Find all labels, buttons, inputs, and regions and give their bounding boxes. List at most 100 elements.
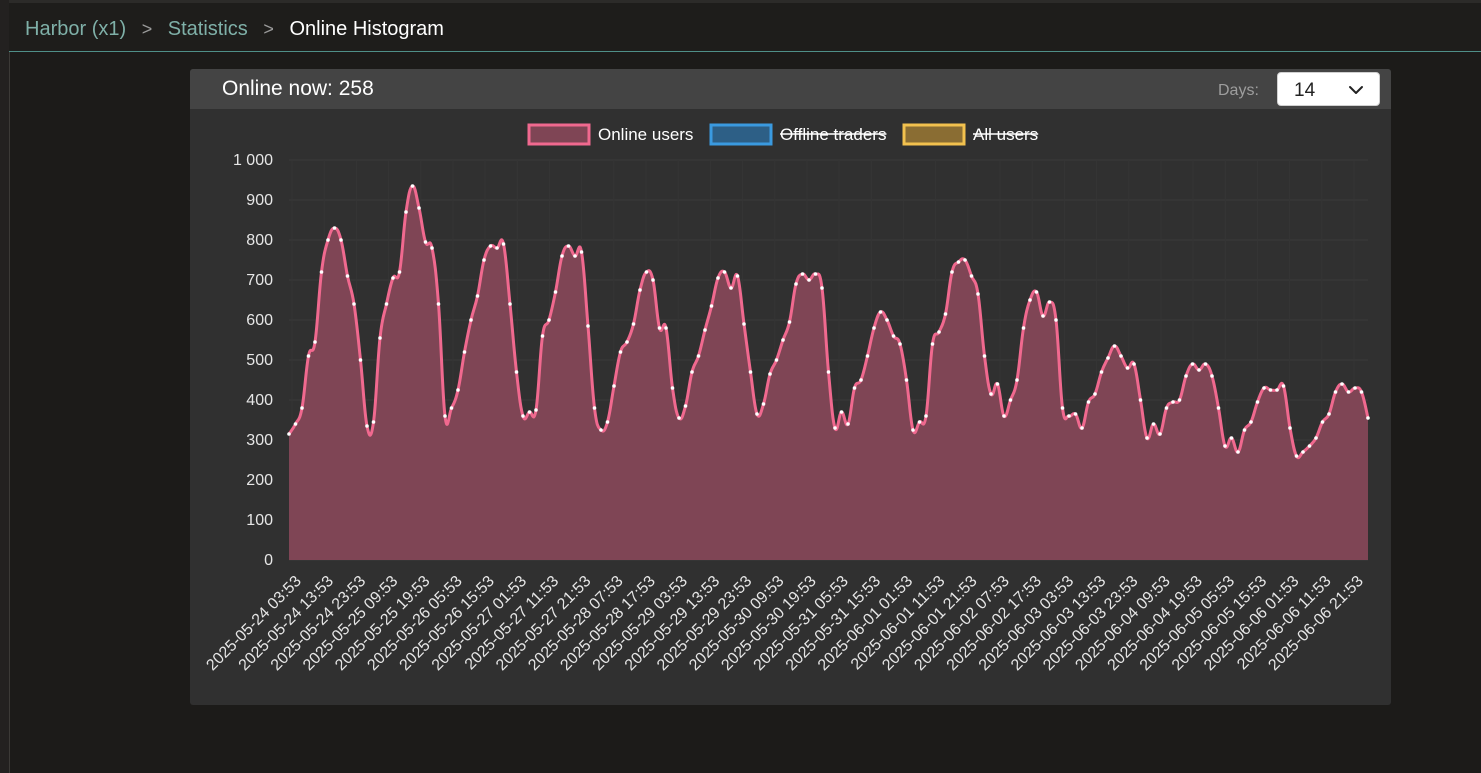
online-users-point[interactable] xyxy=(371,420,376,424)
online-users-point[interactable] xyxy=(631,322,636,326)
online-users-point[interactable] xyxy=(456,388,460,392)
online-users-point[interactable] xyxy=(625,340,629,344)
online-users-point[interactable] xyxy=(1151,422,1156,426)
online-users-point[interactable] xyxy=(664,326,668,330)
online-users-point[interactable] xyxy=(1177,398,1182,402)
online-users-point[interactable] xyxy=(527,410,532,414)
online-users-point[interactable] xyxy=(521,414,525,418)
online-users-point[interactable] xyxy=(943,312,948,316)
online-users-point[interactable] xyxy=(1184,374,1188,378)
online-users-point[interactable] xyxy=(397,270,402,274)
online-users-point[interactable] xyxy=(807,278,811,282)
online-users-point[interactable] xyxy=(488,244,493,248)
online-users-point[interactable] xyxy=(514,370,519,374)
online-users-point[interactable] xyxy=(748,370,753,374)
online-users-point[interactable] xyxy=(683,404,688,408)
online-users-point[interactable] xyxy=(1294,454,1299,458)
online-users-point[interactable] xyxy=(1015,378,1019,382)
online-users-point[interactable] xyxy=(761,402,766,406)
online-users-point[interactable] xyxy=(508,302,512,306)
online-users-point[interactable] xyxy=(1307,444,1312,448)
online-users-point[interactable] xyxy=(865,354,870,358)
online-users-point[interactable] xyxy=(644,270,649,274)
online-users-point[interactable] xyxy=(1047,300,1052,304)
online-users-point[interactable] xyxy=(540,334,545,338)
online-users-point[interactable] xyxy=(449,406,454,410)
online-users-point[interactable] xyxy=(1262,386,1266,390)
online-users-point[interactable] xyxy=(735,274,740,278)
online-users-point[interactable] xyxy=(293,422,298,426)
online-users-point[interactable] xyxy=(1106,356,1110,360)
online-users-point[interactable] xyxy=(1249,420,1253,424)
online-users-point[interactable] xyxy=(1288,426,1292,430)
online-users-point[interactable] xyxy=(839,410,844,414)
online-users-point[interactable] xyxy=(1281,384,1286,388)
online-users-point[interactable] xyxy=(774,358,779,362)
online-users-point[interactable] xyxy=(1028,298,1032,302)
online-users-point[interactable] xyxy=(1034,290,1039,294)
online-users-point[interactable] xyxy=(690,370,694,374)
online-users-point[interactable] xyxy=(826,370,831,374)
online-users-point[interactable] xyxy=(1242,428,1247,432)
online-users-point[interactable] xyxy=(878,310,883,314)
online-users-point[interactable] xyxy=(306,354,311,358)
online-users-point[interactable] xyxy=(586,324,590,328)
online-users-point[interactable] xyxy=(1223,444,1227,448)
online-users-point[interactable] xyxy=(287,432,291,436)
online-users-point[interactable] xyxy=(891,334,896,338)
online-users-point[interactable] xyxy=(937,330,941,334)
online-users-point[interactable] xyxy=(813,272,818,276)
online-users-point[interactable] xyxy=(1320,420,1325,424)
online-users-point[interactable] xyxy=(969,274,974,278)
online-users-point[interactable] xyxy=(787,320,792,324)
online-users-point[interactable] xyxy=(911,428,915,432)
online-users-point[interactable] xyxy=(638,288,642,292)
online-users-point[interactable] xyxy=(560,254,564,258)
online-users-point[interactable] xyxy=(670,386,675,390)
online-users-point[interactable] xyxy=(423,240,428,244)
online-users-point[interactable] xyxy=(1067,414,1071,418)
online-users-point[interactable] xyxy=(1073,412,1078,416)
online-users-point[interactable] xyxy=(651,278,655,282)
online-users-point[interactable] xyxy=(722,270,727,274)
online-users-point[interactable] xyxy=(1132,362,1136,366)
online-users-point[interactable] xyxy=(800,272,805,276)
online-users-point[interactable] xyxy=(1008,398,1013,402)
days-select[interactable]: 14 xyxy=(1277,72,1380,106)
online-users-point[interactable] xyxy=(1093,392,1097,396)
legend-item-offline-traders[interactable]: Offline traders xyxy=(709,123,887,146)
online-users-point[interactable] xyxy=(703,328,707,332)
online-users-point[interactable] xyxy=(612,384,616,388)
online-users-point[interactable] xyxy=(859,378,863,382)
online-users-point[interactable] xyxy=(1158,432,1162,436)
online-users-point[interactable] xyxy=(417,206,421,210)
online-users-point[interactable] xyxy=(755,412,759,416)
online-users-point[interactable] xyxy=(534,408,538,412)
online-users-point[interactable] xyxy=(391,276,395,280)
online-users-point[interactable] xyxy=(1275,388,1279,392)
online-users-point[interactable] xyxy=(495,246,499,250)
online-users-point[interactable] xyxy=(963,258,967,262)
online-users-point[interactable] xyxy=(469,318,473,322)
online-users-point[interactable] xyxy=(904,378,909,382)
online-users-point[interactable] xyxy=(794,282,798,286)
online-users-point[interactable] xyxy=(566,244,571,248)
online-users-point[interactable] xyxy=(982,354,987,358)
online-users-point[interactable] xyxy=(1229,436,1234,440)
online-users-point[interactable] xyxy=(1314,436,1318,440)
online-users-point[interactable] xyxy=(1255,400,1260,404)
online-users-point[interactable] xyxy=(872,326,876,330)
online-users-point[interactable] xyxy=(1190,362,1195,366)
online-users-point[interactable] xyxy=(950,270,954,274)
online-users-point[interactable] xyxy=(384,302,389,306)
online-users-point[interactable] xyxy=(547,318,551,322)
online-users-point[interactable] xyxy=(709,304,714,308)
online-users-point[interactable] xyxy=(573,254,577,258)
online-users-point[interactable] xyxy=(430,246,434,250)
online-users-point[interactable] xyxy=(436,302,441,306)
online-users-point[interactable] xyxy=(1125,366,1130,370)
online-users-point[interactable] xyxy=(976,292,980,296)
online-users-point[interactable] xyxy=(833,426,837,430)
online-users-point[interactable] xyxy=(1112,344,1117,348)
online-users-point[interactable] xyxy=(1041,314,1045,318)
